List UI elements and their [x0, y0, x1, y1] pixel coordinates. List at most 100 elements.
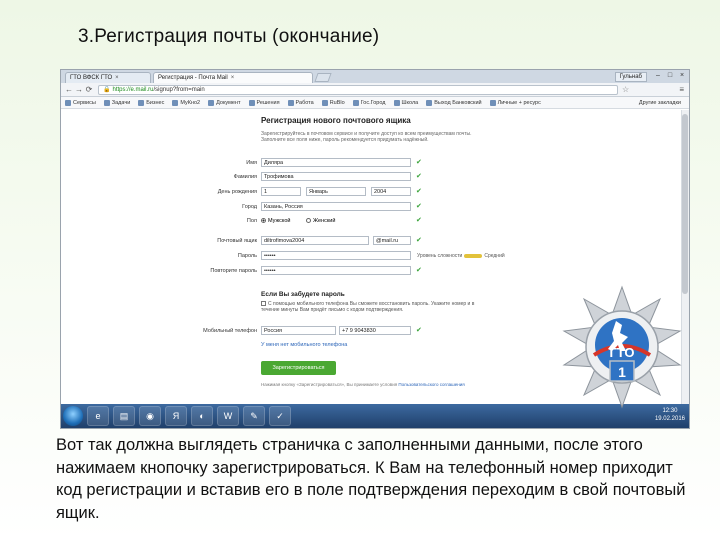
- recovery-title: Если Вы забудете пароль: [261, 291, 345, 298]
- word-icon[interactable]: W: [217, 406, 239, 426]
- url-input[interactable]: 🔒 https://e.mail.ru/signup?from=main: [98, 84, 618, 95]
- birthdate-label: День рождения: [217, 189, 257, 195]
- bookmark-item[interactable]: МуКно2: [172, 99, 200, 106]
- strength-bar: [464, 253, 483, 258]
- forward-arrow-icon[interactable]: →: [74, 85, 84, 94]
- password-input[interactable]: ••••••: [261, 251, 411, 260]
- birth-day-select[interactable]: 1: [261, 187, 301, 196]
- bookmark-item[interactable]: Работа: [287, 99, 314, 106]
- check-icon: ✔: [416, 159, 422, 166]
- bookmark-icon: [321, 99, 328, 106]
- last-name-input[interactable]: Трофимова: [261, 172, 411, 181]
- email-label: Почтовый ящик: [217, 238, 257, 244]
- badge-number: 1: [618, 364, 626, 380]
- registration-form: Регистрация нового почтового ящика Зарег…: [203, 116, 521, 387]
- tab-registration[interactable]: Регистрация - Почта Mail ×: [153, 72, 313, 83]
- bookmark-icon: [248, 99, 255, 106]
- maximize-icon[interactable]: □: [665, 71, 675, 80]
- domain-select[interactable]: @mail.ru: [373, 236, 411, 245]
- birth-month-select[interactable]: Январь: [306, 187, 366, 196]
- profile-button[interactable]: Гульнаб: [614, 72, 647, 82]
- gender-label: Пол: [246, 218, 257, 224]
- gender-male-radio[interactable]: Мужской: [261, 216, 290, 226]
- folder-icon[interactable]: ▤: [113, 406, 135, 426]
- email-input[interactable]: diltrofimova2004: [261, 236, 369, 245]
- bookmark-item[interactable]: RuBlo: [321, 99, 345, 106]
- other-bookmarks[interactable]: Другие закладки: [639, 100, 681, 106]
- bookmark-icon: [65, 99, 71, 106]
- close-icon[interactable]: ×: [115, 75, 119, 81]
- first-name-label: Имя: [246, 160, 257, 166]
- tools-icon[interactable]: ✓: [269, 406, 291, 426]
- bookmark-icon: [393, 99, 400, 106]
- slide-title: 3.Регистрация почты (окончание): [78, 26, 380, 47]
- scroll-thumb[interactable]: [682, 114, 688, 294]
- form-title: Регистрация нового почтового ящика: [261, 116, 411, 125]
- recovery-note: С помощью мобильного телефона Вы сможете…: [261, 301, 475, 313]
- phone-country-select[interactable]: Россия: [261, 326, 336, 335]
- birth-year-select[interactable]: 2004: [371, 187, 411, 196]
- password-confirm-input[interactable]: ••••••: [261, 266, 411, 275]
- badge-text: ГТО: [609, 345, 634, 360]
- tab-gto[interactable]: ГТО ВФСК ГТО ×: [65, 72, 151, 83]
- bookmark-item[interactable]: Бизнес: [138, 99, 164, 106]
- windows-start-icon[interactable]: [63, 406, 83, 426]
- url-path: /signup?from=main: [153, 86, 205, 93]
- bookmark-item[interactable]: Сервисы: [65, 99, 96, 106]
- bookmark-item[interactable]: Решения: [248, 99, 280, 106]
- new-tab-button[interactable]: [314, 73, 332, 82]
- check-icon: ✔: [416, 327, 422, 334]
- chrome-icon[interactable]: ◉: [139, 406, 161, 426]
- bookmark-icon: [172, 99, 179, 106]
- yandex-icon[interactable]: Я: [165, 406, 187, 426]
- radio-on-icon: [261, 218, 266, 224]
- bookmark-item[interactable]: Документ: [208, 99, 241, 106]
- form-intro: Зарегистрируйтесь в почтовом сервисе и п…: [261, 131, 472, 143]
- slide-caption: Вот так должна выглядеть страничка с зап…: [56, 436, 686, 522]
- bookmark-icon: [352, 99, 359, 106]
- last-name-label: Фамилия: [233, 174, 257, 180]
- gender-female-radio[interactable]: Женский: [306, 216, 335, 226]
- firefox-icon[interactable]: ◐: [191, 406, 213, 426]
- terms-link[interactable]: Пользовательского соглашения: [398, 382, 464, 387]
- bookmark-item[interactable]: Гос.Город: [352, 99, 386, 106]
- bookmark-item[interactable]: Задачи: [103, 99, 130, 106]
- check-icon: ✔: [416, 237, 422, 244]
- close-window-icon[interactable]: ×: [677, 71, 687, 80]
- bookmark-item[interactable]: Личные + ресурс: [489, 99, 541, 106]
- first-name-input[interactable]: Диляра: [261, 158, 411, 167]
- tab-bar: ГТО ВФСК ГТО × Регистрация - Почта Mail × …: [61, 70, 689, 83]
- city-input[interactable]: Казань, Россия: [261, 202, 411, 211]
- password-confirm-label: Повторите пароль: [210, 268, 257, 274]
- terms-text: Нажимая кнопку «Зарегистрироваться», Вы …: [261, 382, 465, 387]
- check-icon: ✔: [416, 188, 422, 195]
- close-icon[interactable]: ×: [231, 75, 235, 81]
- no-phone-link[interactable]: У меня нет мобильного телефона: [261, 342, 347, 348]
- city-label: Город: [242, 204, 257, 210]
- menu-icon[interactable]: ≡: [679, 85, 684, 94]
- minimize-icon[interactable]: –: [653, 71, 663, 80]
- reload-icon[interactable]: ⟳: [84, 85, 94, 94]
- password-strength: Уровень сложности Средний: [417, 253, 505, 259]
- back-arrow-icon[interactable]: ←: [64, 85, 74, 94]
- bookmark-item[interactable]: Школа: [393, 99, 418, 106]
- radio-off-icon: [306, 218, 311, 224]
- lock-icon: 🔒: [103, 86, 111, 93]
- phone-number-input[interactable]: +7 9 9043830: [339, 326, 411, 335]
- check-icon: ✔: [416, 203, 422, 210]
- check-icon: ✔: [416, 267, 422, 274]
- gto-badge-icon: ГТО 1: [562, 285, 682, 409]
- check-icon: ✔: [416, 173, 422, 180]
- bookmark-icon: [287, 99, 294, 106]
- bookmarks-bar: Сервисы Задачи Бизнес МуКно2 Документ Ре…: [61, 97, 689, 109]
- bookmark-item[interactable]: Выход Банковский: [426, 99, 482, 106]
- bookmark-star-icon[interactable]: ☆: [622, 85, 629, 94]
- explorer-icon[interactable]: e: [87, 406, 109, 426]
- submit-button[interactable]: Зарегистрироваться: [261, 361, 336, 375]
- password-label: Пароль: [237, 253, 257, 259]
- check-icon: ✔: [416, 217, 422, 224]
- bookmark-icon: [208, 99, 215, 106]
- phone-label: Мобильный телефон: [203, 328, 257, 334]
- checkbox-icon[interactable]: [261, 301, 266, 307]
- paint-icon[interactable]: ✎: [243, 406, 265, 426]
